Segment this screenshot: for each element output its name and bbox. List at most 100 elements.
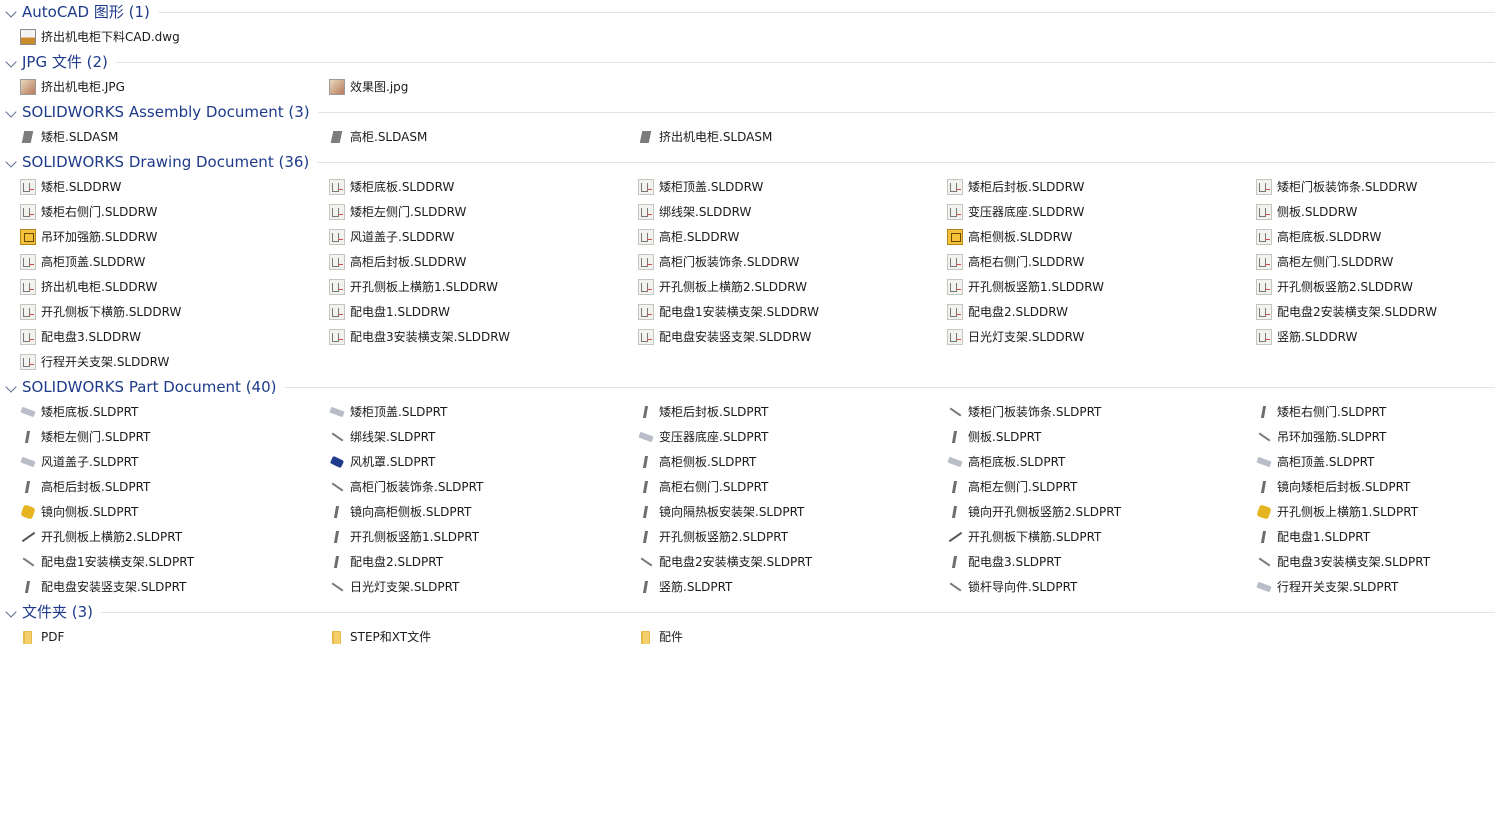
file-item[interactable]: 开孔侧板竖筋2.SLDPRT <box>638 525 938 550</box>
file-item[interactable]: 挤出机电柜下料CAD.dwg <box>20 25 320 50</box>
file-item[interactable]: 高柜左侧门.SLDDRW <box>1256 250 1495 275</box>
file-item[interactable]: 配件 <box>638 625 938 650</box>
file-item[interactable]: 高柜底板.SLDPRT <box>947 450 1247 475</box>
file-item[interactable]: 高柜侧板.SLDDRW <box>947 225 1247 250</box>
file-item[interactable]: 矮柜门板装饰条.SLDPRT <box>947 400 1247 425</box>
file-item[interactable]: 高柜侧板.SLDPRT <box>638 450 938 475</box>
file-item[interactable]: 配电盘1.SLDDRW <box>329 300 629 325</box>
file-item[interactable]: 开孔侧板竖筋1.SLDPRT <box>329 525 629 550</box>
file-item[interactable]: 高柜后封板.SLDPRT <box>20 475 320 500</box>
file-item[interactable]: 高柜门板装饰条.SLDDRW <box>638 250 938 275</box>
file-item[interactable]: 配电盘3.SLDPRT <box>947 550 1247 575</box>
chevron-down-icon[interactable] <box>5 56 17 68</box>
file-item[interactable]: 矮柜后封板.SLDDRW <box>947 175 1247 200</box>
chevron-down-icon[interactable] <box>5 381 17 393</box>
file-item[interactable]: 矮柜顶盖.SLDDRW <box>638 175 938 200</box>
file-item[interactable]: 矮柜.SLDDRW <box>20 175 320 200</box>
file-item[interactable]: 行程开关支架.SLDDRW <box>20 350 320 375</box>
file-item[interactable]: 矮柜底板.SLDDRW <box>329 175 629 200</box>
file-item[interactable]: 配电盘2.SLDDRW <box>947 300 1247 325</box>
file-item[interactable]: 配电盘2.SLDPRT <box>329 550 629 575</box>
group-header[interactable]: JPG 文件 (2) <box>0 50 1495 75</box>
file-item[interactable]: 吊环加强筋.SLDPRT <box>1256 425 1495 450</box>
file-item[interactable]: 配电盘安装竖支架.SLDDRW <box>638 325 938 350</box>
group-header[interactable]: AutoCAD 图形 (1) <box>0 0 1495 25</box>
file-item[interactable]: 配电盘1安装横支架.SLDPRT <box>20 550 320 575</box>
file-item[interactable]: 矮柜右侧门.SLDDRW <box>20 200 320 225</box>
file-item[interactable]: PDF <box>20 625 320 650</box>
file-item[interactable]: 镜向侧板.SLDPRT <box>20 500 320 525</box>
file-item[interactable]: 挤出机电柜.SLDDRW <box>20 275 320 300</box>
group-header[interactable]: SOLIDWORKS Assembly Document (3) <box>0 100 1495 125</box>
file-item[interactable]: 高柜顶盖.SLDPRT <box>1256 450 1495 475</box>
file-item[interactable]: 配电盘1.SLDPRT <box>1256 525 1495 550</box>
file-item[interactable]: 高柜顶盖.SLDDRW <box>20 250 320 275</box>
file-item[interactable]: 效果图.jpg <box>329 75 629 100</box>
file-item[interactable]: 高柜后封板.SLDDRW <box>329 250 629 275</box>
file-item[interactable]: 行程开关支架.SLDPRT <box>1256 575 1495 600</box>
file-item[interactable]: 挤出机电柜.SLDASM <box>638 125 938 150</box>
file-item[interactable]: 开孔侧板下横筋.SLDPRT <box>947 525 1247 550</box>
group-header[interactable]: 文件夹 (3) <box>0 600 1495 625</box>
file-item[interactable]: 竖筋.SLDDRW <box>1256 325 1495 350</box>
file-item[interactable]: 变压器底座.SLDPRT <box>638 425 938 450</box>
file-item[interactable]: 高柜底板.SLDDRW <box>1256 225 1495 250</box>
file-item[interactable]: STEP和XT文件 <box>329 625 629 650</box>
file-item[interactable]: 开孔侧板竖筋1.SLDDRW <box>947 275 1247 300</box>
file-item[interactable]: 开孔侧板上横筋1.SLDPRT <box>1256 500 1495 525</box>
file-item[interactable]: 高柜.SLDASM <box>329 125 629 150</box>
file-item[interactable]: 矮柜左侧门.SLDDRW <box>329 200 629 225</box>
chevron-down-icon[interactable] <box>5 106 17 118</box>
file-item[interactable]: 镜向开孔侧板竖筋2.SLDPRT <box>947 500 1247 525</box>
file-item[interactable]: 侧板.SLDPRT <box>947 425 1247 450</box>
file-item[interactable]: 吊环加强筋.SLDDRW <box>20 225 320 250</box>
file-name: 高柜顶盖.SLDPRT <box>1277 455 1375 469</box>
file-item[interactable]: 镜向隔热板安装架.SLDPRT <box>638 500 938 525</box>
file-item[interactable]: 配电盘2安装横支架.SLDPRT <box>638 550 938 575</box>
file-item[interactable]: 矮柜.SLDASM <box>20 125 320 150</box>
file-item[interactable]: 镜向高柜侧板.SLDPRT <box>329 500 629 525</box>
file-item[interactable]: 日光灯支架.SLDPRT <box>329 575 629 600</box>
file-item[interactable]: 风道盖子.SLDPRT <box>20 450 320 475</box>
file-item[interactable]: 配电盘2安装横支架.SLDDRW <box>1256 300 1495 325</box>
file-item[interactable]: 高柜左侧门.SLDPRT <box>947 475 1247 500</box>
file-item[interactable]: 绑线架.SLDPRT <box>329 425 629 450</box>
file-item[interactable]: 风道盖子.SLDDRW <box>329 225 629 250</box>
file-item[interactable]: 镜向矮柜后封板.SLDPRT <box>1256 475 1495 500</box>
file-item[interactable]: 配电盘1安装横支架.SLDDRW <box>638 300 938 325</box>
file-item[interactable]: 矮柜后封板.SLDPRT <box>638 400 938 425</box>
file-item[interactable]: 矮柜左侧门.SLDPRT <box>20 425 320 450</box>
group-header[interactable]: SOLIDWORKS Drawing Document (36) <box>0 150 1495 175</box>
file-item[interactable]: 矮柜门板装饰条.SLDDRW <box>1256 175 1495 200</box>
file-item[interactable]: 日光灯支架.SLDDRW <box>947 325 1247 350</box>
file-item[interactable]: 变压器底座.SLDDRW <box>947 200 1247 225</box>
file-name: 风道盖子.SLDPRT <box>41 455 139 469</box>
file-item[interactable]: 侧板.SLDDRW <box>1256 200 1495 225</box>
file-item[interactable]: 竖筋.SLDPRT <box>638 575 938 600</box>
file-item[interactable]: 开孔侧板上横筋1.SLDDRW <box>329 275 629 300</box>
file-item[interactable]: 配电盘3安装横支架.SLDPRT <box>1256 550 1495 575</box>
file-item[interactable]: 矮柜右侧门.SLDPRT <box>1256 400 1495 425</box>
chevron-down-icon[interactable] <box>5 606 17 618</box>
file-item[interactable]: 开孔侧板下横筋.SLDDRW <box>20 300 320 325</box>
group-header[interactable]: SOLIDWORKS Part Document (40) <box>0 375 1495 400</box>
file-item[interactable]: 开孔侧板上横筋2.SLDDRW <box>638 275 938 300</box>
chevron-down-icon[interactable] <box>5 156 17 168</box>
file-item[interactable]: 高柜右侧门.SLDPRT <box>638 475 938 500</box>
file-item[interactable]: 配电盘3安装横支架.SLDDRW <box>329 325 629 350</box>
file-item[interactable]: 矮柜底板.SLDPRT <box>20 400 320 425</box>
file-item[interactable]: 配电盘3.SLDDRW <box>20 325 320 350</box>
file-item[interactable]: 矮柜顶盖.SLDPRT <box>329 400 629 425</box>
file-item[interactable]: 高柜门板装饰条.SLDPRT <box>329 475 629 500</box>
file-item[interactable]: 开孔侧板上横筋2.SLDPRT <box>20 525 320 550</box>
part-vertical-icon <box>947 504 963 520</box>
file-item[interactable]: 开孔侧板竖筋2.SLDDRW <box>1256 275 1495 300</box>
file-item[interactable]: 绑线架.SLDDRW <box>638 200 938 225</box>
file-item[interactable]: 高柜右侧门.SLDDRW <box>947 250 1247 275</box>
file-item[interactable]: 高柜.SLDDRW <box>638 225 938 250</box>
file-item[interactable]: 挤出机电柜.JPG <box>20 75 320 100</box>
file-item[interactable]: 风机罩.SLDPRT <box>329 450 629 475</box>
chevron-down-icon[interactable] <box>5 6 17 18</box>
file-item[interactable]: 锁杆导向件.SLDPRT <box>947 575 1247 600</box>
file-item[interactable]: 配电盘安装竖支架.SLDPRT <box>20 575 320 600</box>
